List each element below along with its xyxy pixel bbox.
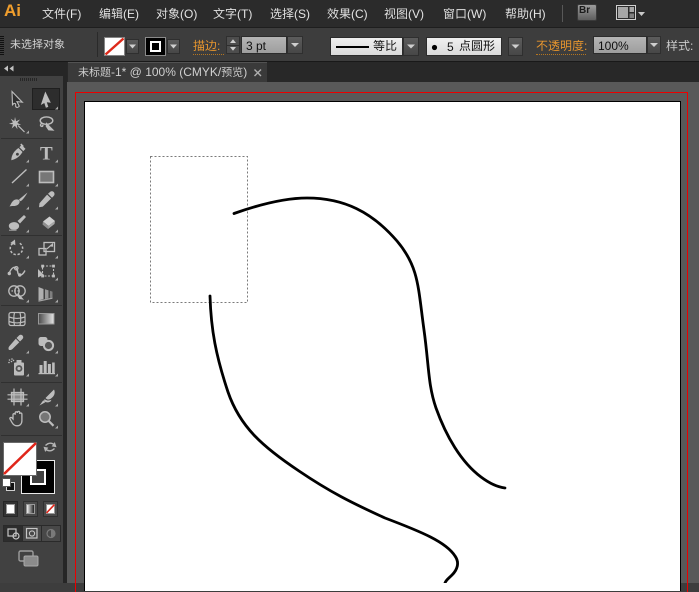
svg-text:(F): (F) — [66, 7, 81, 21]
svg-text:(H): (H) — [529, 7, 546, 21]
svg-text::: : — [690, 39, 693, 53]
svg-text:): ) — [243, 65, 247, 79]
svg-text:T: T — [40, 144, 53, 164]
svg-text:(C): (C) — [351, 7, 368, 21]
svg-text:(E): (E) — [123, 7, 139, 21]
svg-text:(V): (V) — [408, 7, 424, 21]
svg-text::: : — [584, 39, 587, 53]
svg-text::: : — [217, 39, 220, 53]
svg-text:(T): (T) — [237, 7, 252, 21]
svg-text:-1* @ 100% (CMYK/: -1* @ 100% (CMYK/ — [111, 65, 222, 79]
svg-text:(O): (O) — [180, 7, 197, 21]
svg-text:(W): (W) — [467, 7, 486, 21]
svg-text:(S): (S) — [294, 7, 310, 21]
